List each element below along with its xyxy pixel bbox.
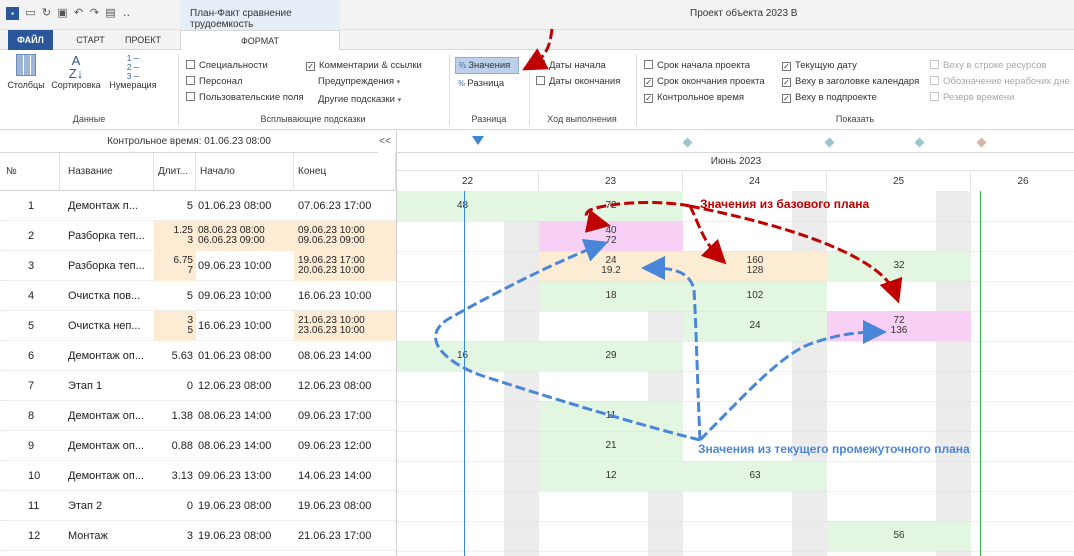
- interim-arrows: [434, 239, 887, 442]
- annotation-arrows: [434, 28, 903, 442]
- app-window: ▪ ▭ ↻ ▣ ↶ ↷ ▤ ‥ План-Факт сравнение труд…: [0, 0, 1074, 556]
- baseline-arrows: [522, 28, 903, 304]
